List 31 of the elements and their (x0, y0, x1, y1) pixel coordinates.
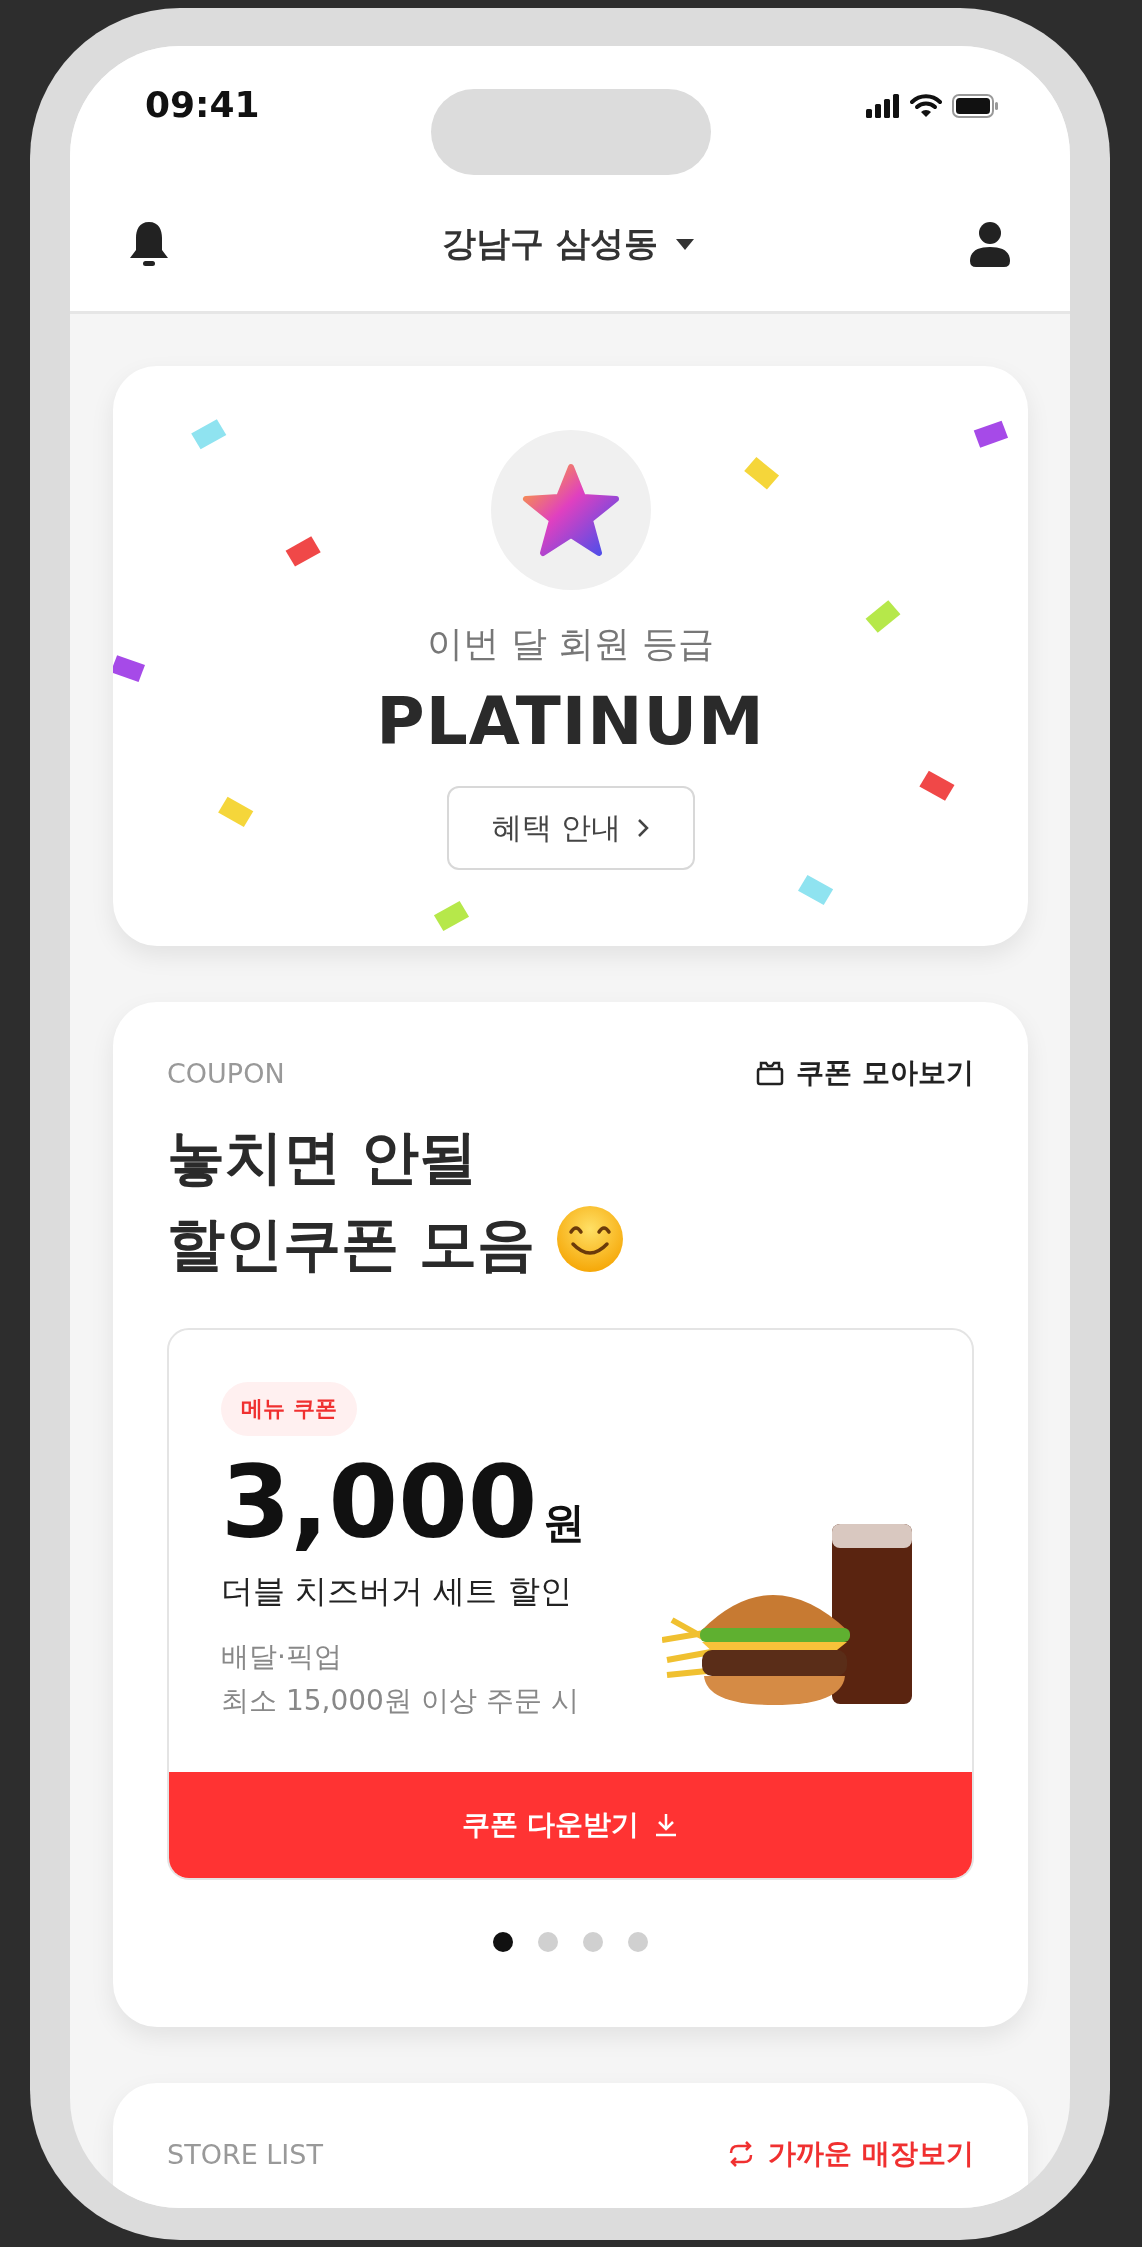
wifi-icon (910, 94, 942, 118)
profile-icon[interactable] (968, 220, 1012, 267)
star-icon (521, 463, 620, 557)
section-title: 놓치면 안될 할인쿠폰 모음 (167, 1122, 536, 1280)
battery-icon (952, 94, 998, 118)
nearby-stores-link[interactable]: 가까운 매장보기 (726, 2135, 974, 2173)
membership-grade: PLATINUM (376, 683, 765, 760)
coupon-tag: 메뉴 쿠폰 (221, 1382, 357, 1436)
section-eyebrow: STORE LIST (167, 2138, 323, 2170)
coupon-title: 더블 치즈버거 세트 할인 (221, 1571, 572, 1612)
download-coupon-button[interactable]: 쿠폰 다운받기 (169, 1772, 972, 1878)
coupon-condition: 최소 15,000원 이상 주문 시 (221, 1683, 579, 1719)
carousel-page-dot[interactable] (583, 1932, 603, 1952)
dropdown-caret-icon (673, 236, 696, 251)
carousel-page-dot[interactable] (628, 1932, 648, 1952)
section-eyebrow: COUPON (167, 1057, 285, 1089)
membership-caption: 이번 달 회원 등급 (427, 622, 714, 666)
benefits-button[interactable]: 혜택 안내 (446, 786, 695, 870)
carousel-page-dot[interactable] (493, 1932, 513, 1952)
notification-bell-icon[interactable] (128, 219, 170, 268)
signal-icon (866, 94, 900, 118)
coupon-amount: 3,000 (221, 1448, 538, 1558)
currency-unit: 원 (543, 1497, 586, 1549)
status-time: 09:41 (145, 84, 260, 125)
carousel-page-dot[interactable] (538, 1932, 558, 1952)
wallet-icon (756, 1060, 785, 1086)
view-coupons-link[interactable]: 쿠폰 모아보기 (756, 1054, 974, 1092)
chevron-right-icon (637, 818, 650, 838)
smiley-icon (555, 1204, 626, 1274)
location-selector[interactable]: 강남구 삼성동 (442, 220, 696, 267)
coupon-channels: 배달·픽업 (221, 1639, 342, 1675)
